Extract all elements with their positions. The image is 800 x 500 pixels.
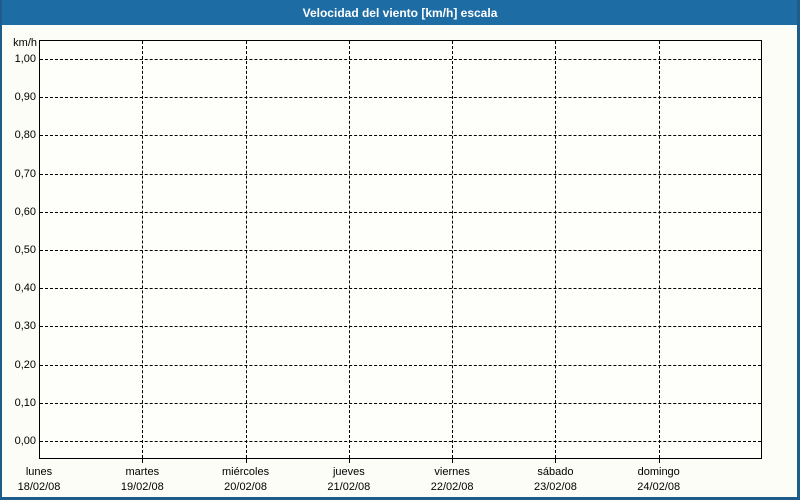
y-tick-label: 0,80 <box>14 129 36 142</box>
x-tick-day: viernes <box>434 466 470 478</box>
x-axis-tick <box>659 459 660 463</box>
x-tick-day: lunes <box>25 466 53 478</box>
x-tick-date: 23/02/08 <box>534 481 577 493</box>
y-tick-label: 0,30 <box>14 320 36 333</box>
chart-window: Velocidad del viento [km/h] escala km/h … <box>0 0 800 500</box>
x-tick-date: 18/02/08 <box>17 481 61 493</box>
v-gridline <box>142 41 143 458</box>
h-gridline <box>40 97 761 99</box>
x-tick-label: viernes 22/02/08 <box>431 465 474 495</box>
h-gridline <box>40 364 761 366</box>
h-gridline <box>40 326 761 328</box>
h-gridline <box>40 441 761 442</box>
x-axis-tick <box>555 459 556 463</box>
h-gridline <box>40 135 761 137</box>
v-gridline <box>659 41 660 458</box>
x-tick-date: 20/02/08 <box>224 481 267 493</box>
y-tick-label: 0,50 <box>14 244 36 256</box>
y-tick-label: 1,00 <box>14 53 36 65</box>
v-gridline <box>452 41 453 458</box>
x-tick-date: 21/02/08 <box>327 481 371 493</box>
y-tick-label: 0,90 <box>14 91 36 104</box>
x-tick-label: martes 19/02/08 <box>121 465 164 495</box>
x-tick-day: domingo <box>637 466 680 478</box>
x-tick-label: domingo 24/02/08 <box>637 465 680 495</box>
x-tick-day: miércoles <box>222 466 270 478</box>
h-gridline <box>40 173 761 175</box>
v-gridline <box>349 41 350 458</box>
x-tick-label: jueves 21/02/08 <box>327 465 370 495</box>
y-tick-label: 0,20 <box>14 358 36 371</box>
y-tick-label: 0,00 <box>14 435 36 447</box>
x-axis-tick <box>246 459 247 463</box>
h-gridline <box>40 59 761 60</box>
y-axis-unit-label: km/h <box>13 37 37 49</box>
x-tick-label: sábado 23/02/08 <box>534 465 577 495</box>
x-tick-label: miércoles 20/02/08 <box>222 465 269 495</box>
y-tick-label: 0,60 <box>14 205 36 218</box>
x-tick-date: 19/02/08 <box>120 481 164 493</box>
x-axis-tick <box>349 459 350 463</box>
y-tick-label: 0,70 <box>14 167 36 180</box>
plot-area <box>39 40 762 459</box>
x-tick-day: martes <box>125 466 160 478</box>
chart-title-bar: Velocidad del viento [km/h] escala <box>2 0 797 25</box>
v-gridline <box>246 41 247 458</box>
x-tick-day: jueves <box>332 466 365 478</box>
x-tick-date: 22/02/08 <box>430 481 474 493</box>
y-tick-label: 0,40 <box>14 282 36 295</box>
x-axis-tick <box>452 459 453 463</box>
chart-title: Velocidad del viento [km/h] escala <box>302 5 498 20</box>
h-gridline <box>40 288 761 290</box>
h-gridline <box>40 250 761 251</box>
x-tick-date: 24/02/08 <box>637 481 681 493</box>
x-tick-label: lunes 18/02/08 <box>18 465 61 495</box>
x-tick-day: sábado <box>537 466 574 478</box>
v-gridline <box>555 41 556 458</box>
h-gridline <box>40 211 761 213</box>
x-axis-tick <box>142 459 143 463</box>
h-gridline <box>40 402 761 404</box>
y-tick-label: 0,10 <box>14 396 36 409</box>
